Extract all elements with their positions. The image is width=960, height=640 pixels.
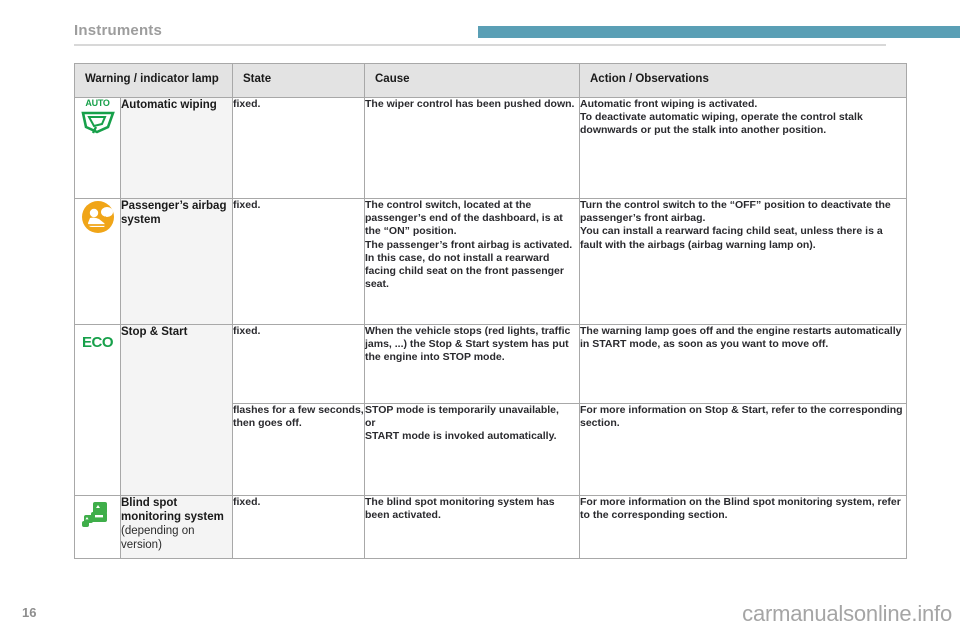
page-title: Instruments xyxy=(74,22,163,39)
action-cell: The warning lamp goes off and the engine… xyxy=(579,324,907,404)
blind-spot-monitoring-icon xyxy=(80,496,116,532)
page-header: Instruments xyxy=(0,0,960,46)
lamp-icon-cell xyxy=(74,198,121,325)
cause-text: The blind spot monitoring system has bee… xyxy=(365,496,555,522)
state-cell: fixed. xyxy=(232,198,365,325)
cause-line: STOP mode is temporarily unavailable, xyxy=(365,403,559,416)
lamp-name-cell: Passenger’s airbag system xyxy=(120,198,233,325)
table-row: Passenger’s airbag system fixed. The con… xyxy=(74,198,907,325)
cause-cell: The blind spot monitoring system has bee… xyxy=(364,495,580,559)
eco-stop-start-icon: ECO xyxy=(81,334,114,351)
windscreen-shape-icon xyxy=(80,111,115,134)
page-number: 16 xyxy=(22,605,37,620)
state-text: flashes for a few seconds, then goes off… xyxy=(233,403,364,429)
passenger-airbag-icon xyxy=(80,199,116,235)
table-row: Blind spot monitoring system (depending … xyxy=(74,495,907,559)
cause-line: or xyxy=(365,416,376,429)
watermark: carmanualsonline.info xyxy=(742,601,952,626)
warning-lamp-table: Warning / indicator lamp State Cause Act… xyxy=(74,63,907,559)
state-cell: fixed. xyxy=(232,324,365,404)
column-header-cause: Cause xyxy=(364,63,580,98)
auto-wiping-icon: AUTO xyxy=(80,98,116,134)
cause-cell: The control switch, located at the passe… xyxy=(364,198,580,325)
action-cell: Automatic front wiping is activated. To … xyxy=(579,97,907,199)
lamp-name: Automatic wiping xyxy=(121,99,217,111)
cause-cell: When the vehicle stops (red lights, traf… xyxy=(364,324,580,404)
action-line: Automatic front wiping is activated. xyxy=(580,98,758,110)
lamp-name-cell: Automatic wiping xyxy=(120,97,233,199)
lamp-name-cell: Stop & Start xyxy=(120,324,233,496)
action-line: To deactivate automatic wiping, operate … xyxy=(580,111,863,137)
lamp-name: Stop & Start xyxy=(121,326,188,338)
lamp-name: Passenger’s airbag system xyxy=(121,200,227,226)
state-cell: flashes for a few seconds, then goes off… xyxy=(232,402,365,497)
header-accent-bar xyxy=(478,26,960,38)
action-line: For more information on the Blind spot m… xyxy=(580,496,901,522)
table-row: AUTO Automatic wiping fixed. The wiper c… xyxy=(74,97,907,199)
state-text: fixed. xyxy=(233,325,261,337)
state-text: fixed. xyxy=(233,496,261,508)
lamp-icon-cell: ECO xyxy=(74,324,121,496)
state-text: fixed. xyxy=(233,199,261,211)
action-line: Turn the control switch to the “OFF” pos… xyxy=(580,199,891,225)
lamp-name: Blind spot monitoring system xyxy=(121,497,224,523)
action-line: You can install a rearward facing child … xyxy=(580,225,883,251)
state-text: fixed. xyxy=(233,98,261,110)
airbag-symbol-icon xyxy=(81,201,114,233)
cause-cell: STOP mode is temporarily unavailable, or… xyxy=(364,402,580,497)
table-header-row: Warning / indicator lamp State Cause Act… xyxy=(74,63,907,98)
cause-line: The control switch, located at the passe… xyxy=(365,199,563,238)
cause-text: When the vehicle stops (red lights, traf… xyxy=(365,325,571,364)
column-header-state: State xyxy=(232,63,365,98)
column-header-action: Action / Observations xyxy=(579,63,907,98)
cause-line: START mode is invoked automatically. xyxy=(365,430,557,443)
lamp-icon-cell: AUTO xyxy=(74,97,121,199)
lamp-name-cell: Blind spot monitoring system (depending … xyxy=(120,495,233,559)
action-line: The warning lamp goes off and the engine… xyxy=(580,325,902,351)
action-cell: For more information on Stop & Start, re… xyxy=(579,402,907,497)
state-cell: fixed. xyxy=(232,495,365,559)
action-cell: Turn the control switch to the “OFF” pos… xyxy=(579,198,907,325)
column-header-lamp: Warning / indicator lamp xyxy=(74,63,233,98)
state-cell: fixed. xyxy=(232,97,365,199)
blind-spot-symbol-icon xyxy=(81,502,107,527)
lamp-icon-cell xyxy=(74,495,121,559)
action-line: For more information on Stop & Start, re… xyxy=(580,403,903,429)
lamp-name-note: (depending on version) xyxy=(121,525,195,551)
action-cell: For more information on the Blind spot m… xyxy=(579,495,907,559)
cause-text: The wiper control has been pushed down. xyxy=(365,98,575,110)
header-divider xyxy=(74,44,886,46)
table-row: ECO Stop & Start fixed. When the vehicle… xyxy=(74,324,907,496)
cause-cell: The wiper control has been pushed down. xyxy=(364,97,580,199)
cause-line: The passenger’s front airbag is activate… xyxy=(365,238,573,291)
